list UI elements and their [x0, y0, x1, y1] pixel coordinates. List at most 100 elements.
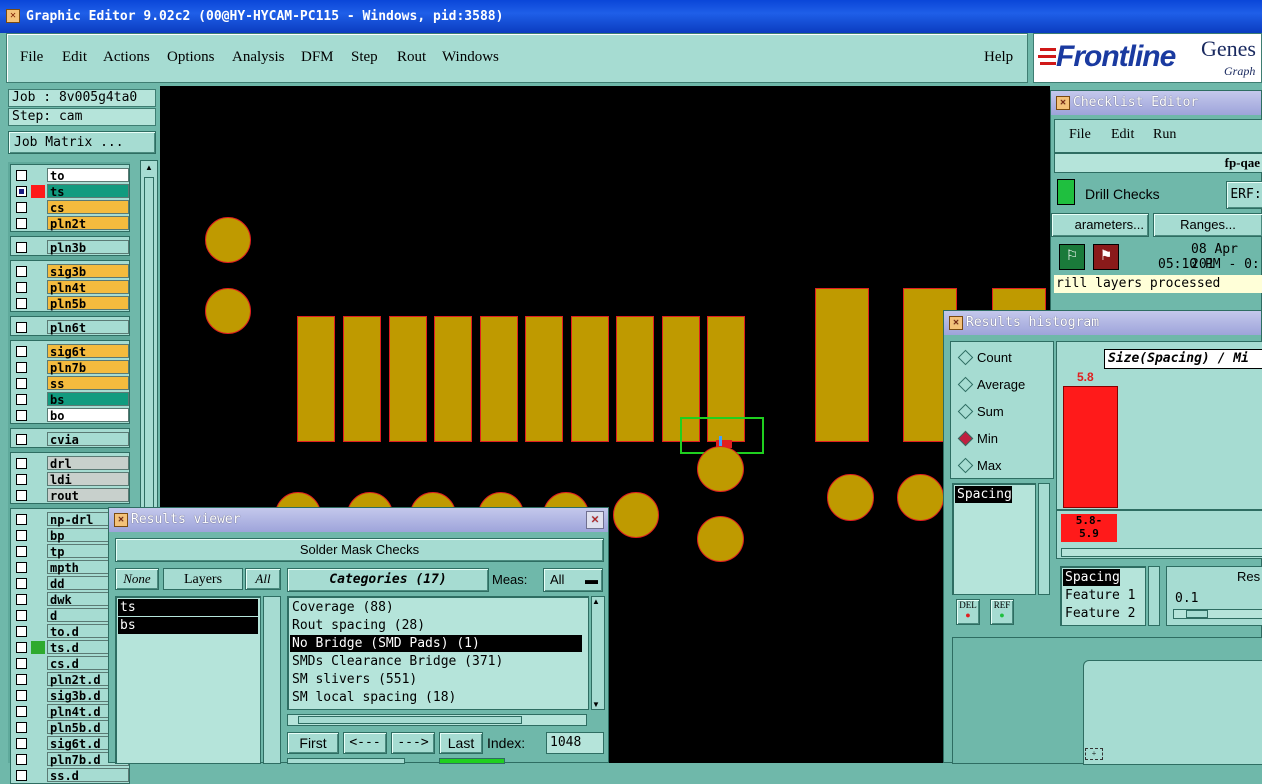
layer-checkbox[interactable] — [16, 626, 27, 637]
ranges-button[interactable]: Ranges... — [1153, 213, 1262, 237]
layer-row-bs[interactable]: bs — [11, 391, 131, 407]
layer-row-pln2t[interactable]: pln2t — [11, 215, 131, 231]
feature-list[interactable]: Spacing Feature 1 Feature 2 — [1060, 566, 1146, 626]
scroll-up-arrow-icon[interactable]: ▲ — [592, 597, 600, 606]
category-item[interactable]: SMDs Clearance Bridge (371) — [290, 653, 582, 670]
layer-checkbox[interactable] — [16, 514, 27, 525]
layer-checkbox[interactable] — [16, 674, 27, 685]
layer-checkbox[interactable] — [16, 218, 27, 229]
layer-checkbox[interactable] — [16, 170, 27, 181]
menu-actions[interactable]: Actions — [103, 49, 150, 66]
first-button[interactable]: First — [287, 732, 339, 754]
layer-row-pln6t[interactable]: pln6t — [11, 319, 131, 335]
layer-result-item[interactable]: bs — [118, 617, 258, 634]
menu-options[interactable]: Options — [167, 49, 215, 66]
layer-row-sig3b[interactable]: sig3b — [11, 263, 131, 279]
layer-checkbox[interactable] — [16, 690, 27, 701]
none-button[interactable]: None — [115, 568, 159, 590]
layer-row-cvia[interactable]: cvia — [11, 431, 131, 447]
layer-row-bo[interactable]: bo — [11, 407, 131, 423]
layer-checkbox[interactable] — [16, 594, 27, 605]
layer-row-pln5b[interactable]: pln5b — [11, 295, 131, 311]
index-input[interactable]: 1048 — [546, 732, 604, 754]
prev-button[interactable]: <--- — [343, 732, 387, 754]
del-button[interactable]: DEL ● — [956, 599, 980, 625]
layer-checkbox[interactable] — [16, 378, 27, 389]
category-item[interactable]: Rout spacing (28) — [290, 617, 582, 634]
layer-checkbox[interactable] — [16, 202, 27, 213]
window-menu-icon[interactable]: ✕ — [114, 513, 128, 527]
layer-row-pln3b[interactable]: pln3b — [11, 239, 131, 255]
layer-checkbox[interactable] — [16, 530, 27, 541]
radio-average[interactable]: Average — [957, 375, 1053, 395]
layer-row-pln7b[interactable]: pln7b — [11, 359, 131, 375]
layer-row-ts[interactable]: ts — [11, 183, 131, 199]
ref-button[interactable]: REF ● — [990, 599, 1014, 625]
layer-results-list[interactable]: ts bs — [115, 596, 261, 764]
category-item[interactable]: SM local spacing (18) — [290, 689, 582, 706]
layer-checkbox[interactable] — [16, 754, 27, 765]
menu-edit[interactable]: Edit — [62, 49, 87, 66]
feature-item[interactable]: Feature 2 — [1063, 605, 1135, 622]
solder-mask-checks-button[interactable]: Solder Mask Checks — [115, 538, 604, 562]
layer-checkbox[interactable] — [16, 266, 27, 277]
layer-checkbox[interactable] — [16, 722, 27, 733]
menu-rout[interactable]: Rout — [397, 49, 426, 66]
layer-row-cs[interactable]: cs — [11, 199, 131, 215]
menu-analysis[interactable]: Analysis — [232, 49, 285, 66]
layer-row-ss[interactable]: ss — [11, 375, 131, 391]
feature-item[interactable]: Spacing — [1063, 569, 1120, 586]
erf-button[interactable]: ERF: — [1226, 181, 1262, 209]
layer-checkbox[interactable] — [16, 362, 27, 373]
layer-checkbox[interactable] — [16, 578, 27, 589]
menu-windows[interactable]: Windows — [442, 49, 499, 66]
layer-checkbox[interactable] — [16, 434, 27, 445]
window-close-icon[interactable]: ✕ — [1056, 96, 1070, 110]
stop-icon[interactable]: ⚑ — [1093, 244, 1119, 270]
menu-file[interactable]: File — [20, 49, 43, 66]
menu-dfm[interactable]: DFM — [301, 49, 334, 66]
layer-checkbox[interactable] — [16, 642, 27, 653]
run-icon[interactable]: ⚐ — [1059, 244, 1085, 270]
layer-checkbox[interactable] — [16, 738, 27, 749]
layer-row-to[interactable]: to — [11, 167, 131, 183]
category-hscrollbar[interactable] — [287, 714, 587, 726]
job-matrix-button[interactable]: Job Matrix ... — [8, 131, 156, 154]
window-close-icon[interactable]: ✕ — [949, 316, 963, 330]
res-slider[interactable] — [1173, 609, 1262, 619]
layer-results-scrollbar[interactable] — [263, 596, 281, 764]
all-layers-button[interactable]: All — [245, 568, 281, 590]
radio-max[interactable]: Max — [957, 456, 1053, 476]
layer-checkbox[interactable] — [16, 658, 27, 669]
layer-checkbox[interactable] — [16, 770, 27, 781]
measure-scrollbar[interactable] — [1038, 483, 1050, 595]
checklist-menu-run[interactable]: Run — [1153, 127, 1176, 143]
layer-result-item[interactable]: ts — [118, 599, 258, 616]
last-button[interactable]: Last — [439, 732, 483, 754]
layer-checkbox[interactable] — [16, 346, 27, 357]
layer-checkbox[interactable] — [16, 458, 27, 469]
layer-checkbox[interactable] — [16, 186, 27, 197]
layer-row-ss.d[interactable]: ss.d — [11, 767, 131, 783]
layer-checkbox[interactable] — [16, 546, 27, 557]
category-item[interactable]: Coverage (88) — [290, 599, 582, 616]
parameters-button[interactable]: arameters... — [1051, 213, 1149, 237]
menu-help[interactable]: Help — [984, 49, 1013, 66]
meas-select[interactable]: All ▬ — [543, 568, 603, 592]
scroll-down-arrow-icon[interactable]: ▼ — [592, 700, 600, 709]
layer-row-sig6t[interactable]: sig6t — [11, 343, 131, 359]
next-button[interactable]: ---> — [391, 732, 435, 754]
layer-checkbox[interactable] — [16, 706, 27, 717]
chart-scrollbar[interactable] — [1061, 548, 1262, 557]
layer-checkbox[interactable] — [16, 610, 27, 621]
layer-checkbox[interactable] — [16, 410, 27, 421]
measure-list[interactable]: Spacing — [952, 483, 1036, 595]
layer-checkbox[interactable] — [16, 490, 27, 501]
layer-row-pln4t[interactable]: pln4t — [11, 279, 131, 295]
checklist-menu-edit[interactable]: Edit — [1111, 127, 1134, 143]
layer-checkbox[interactable] — [16, 298, 27, 309]
histogram-bar[interactable] — [1063, 386, 1118, 508]
layer-checkbox[interactable] — [16, 322, 27, 333]
radio-count[interactable]: Count — [957, 348, 1053, 368]
layer-row-rout[interactable]: rout — [11, 487, 131, 503]
